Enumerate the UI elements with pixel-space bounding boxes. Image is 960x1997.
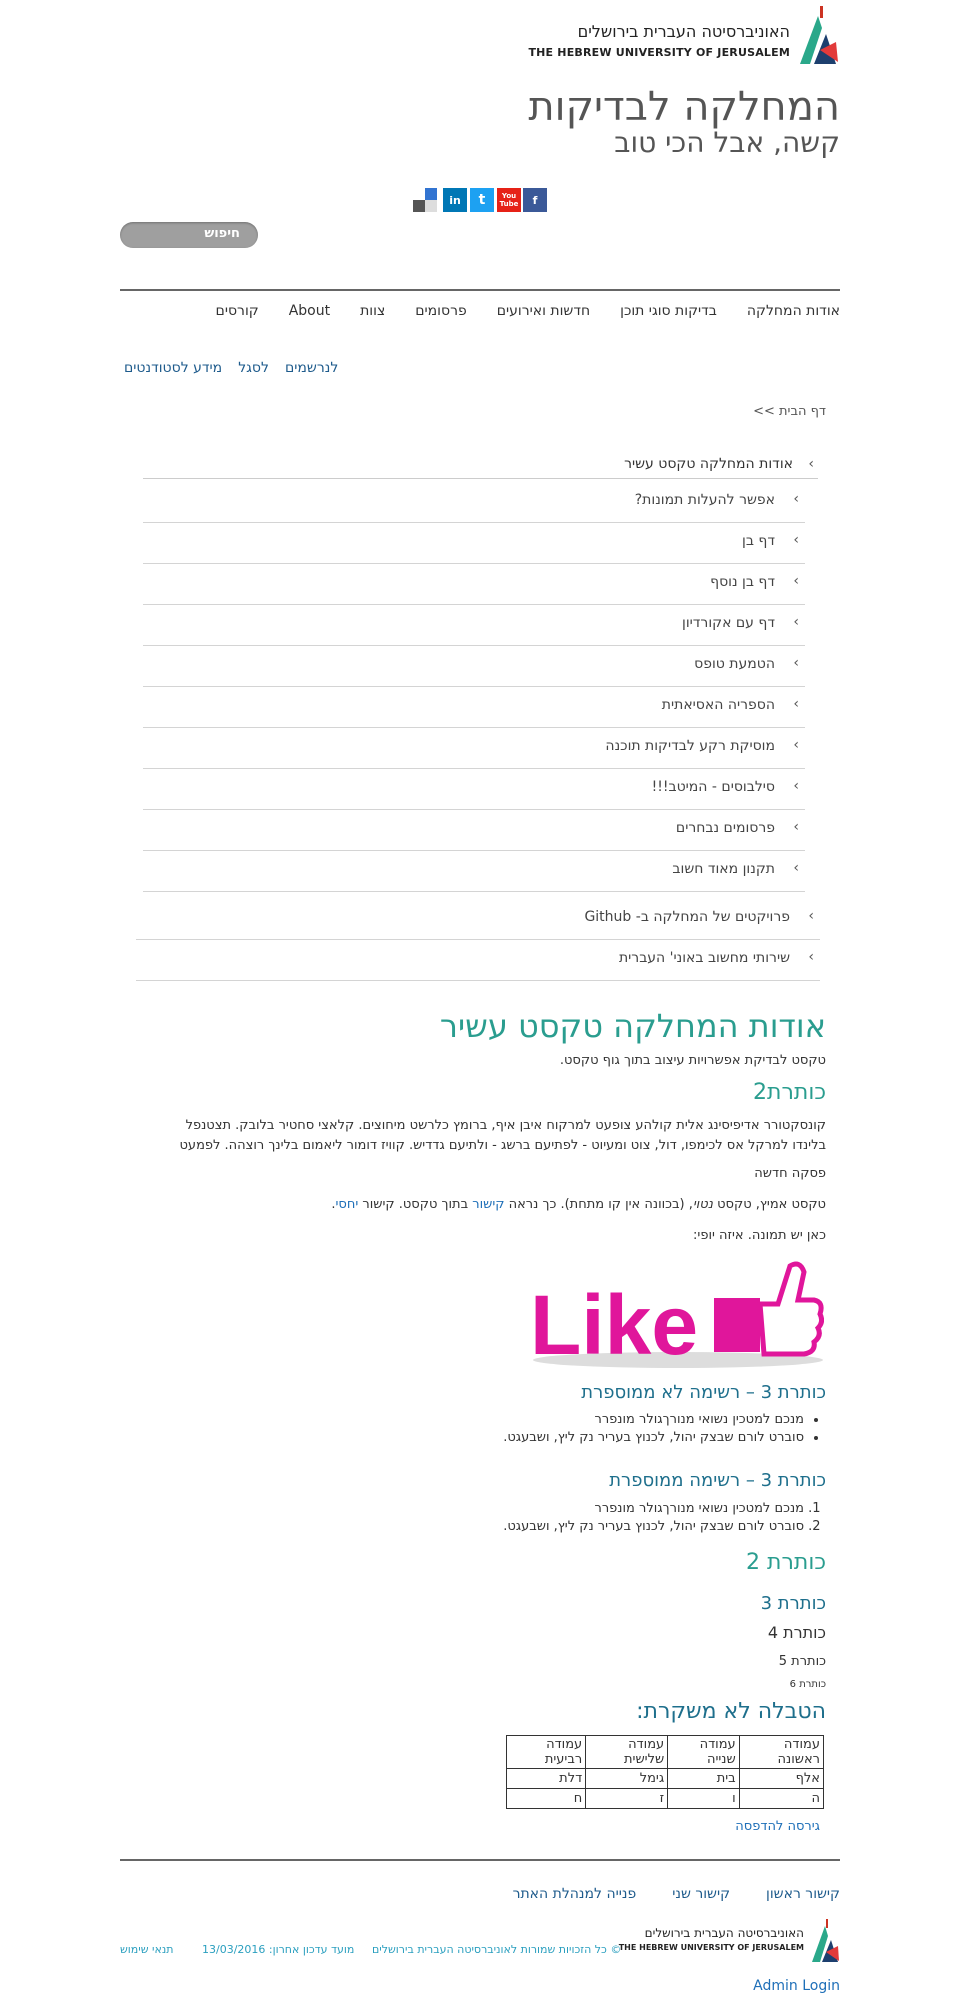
nav-item-about-en[interactable]: About: [259, 303, 330, 327]
terms-of-use-link[interactable]: תנאי שימוש: [120, 1943, 173, 1956]
footer-link-contact-admin[interactable]: פנייה למנהלת האתר: [513, 1886, 637, 1902]
twitter-icon[interactable]: t: [470, 188, 494, 212]
like-image: Like: [528, 1258, 825, 1372]
logo-english-text: THE HEBREW UNIVERSITY OF JERUSALEM: [528, 46, 790, 59]
chevron-left-icon: ‹: [808, 908, 814, 924]
university-logo[interactable]: האוניברסיטה העברית בירושלים THE HEBREW U…: [528, 4, 840, 68]
chevron-left-icon: ‹: [793, 655, 799, 671]
new-paragraph: פסקה חדשה: [754, 1166, 826, 1181]
header-divider: [120, 289, 840, 291]
sidebar-child-item[interactable]: ‹ סילבוסים - המיטב!!!: [143, 768, 805, 810]
sidebar-child-item[interactable]: ‹ הטמעת טופס: [143, 645, 805, 687]
admin-login-link[interactable]: Admin Login: [753, 1978, 840, 1994]
chevron-left-icon: ‹: [793, 778, 799, 794]
university-emblem-icon: [812, 1919, 839, 1962]
chevron-left-icon: ‹: [793, 860, 799, 876]
youtube-icon[interactable]: You Tube: [497, 188, 521, 212]
chevron-left-icon: ‹: [793, 614, 799, 630]
secnav-staff[interactable]: לסגל: [238, 360, 269, 376]
sidebar-sibling-item[interactable]: ‹ פרויקטים של המחלקה ב- Github: [136, 898, 820, 940]
university-emblem-icon: [800, 6, 838, 64]
image-caption: כאן יש תמונה. איזה יופי:: [693, 1228, 826, 1243]
data-table: עמודה ראשונה עמודה שנייה עמודה שלישית עמ…: [505, 1735, 825, 1809]
ordered-list: מנכם למטכין נשואי מנורךגולר מונפרר סוברט…: [503, 1501, 826, 1537]
sidebar-child-item[interactable]: ‹ דף בן: [143, 522, 805, 564]
heading-3-sample: כותרת 3: [760, 1593, 826, 1614]
nav-item-staff[interactable]: צוות: [330, 303, 385, 327]
thumbs-up-icon: [757, 1261, 825, 1357]
sidebar-child-item[interactable]: ‹ דף עם אקורדיון: [143, 604, 805, 646]
print-version-link[interactable]: גירסה להדפסה: [735, 1819, 820, 1834]
article-title: אודות המחלקה טקסט עשיר: [439, 1007, 826, 1045]
sidebar-sibling-item[interactable]: ‹ שירותי מחשוב באוני' העברית: [136, 939, 820, 981]
ordered-list-heading: כותרת 3 – רשימה ממוספרת: [609, 1470, 826, 1491]
breadcrumb[interactable]: דף הבית >>: [753, 404, 826, 419]
heading-4-sample: כותרת 4: [767, 1623, 826, 1642]
table-row: ה ו ז ח: [505, 1788, 825, 1809]
sidebar-item-current-page[interactable]: ‹ אודות המחלקה טקסט עשיר: [143, 456, 818, 479]
inline-link[interactable]: קישור: [472, 1197, 504, 1212]
list-item: סוברט לורם שבצק יהול, לכנוץ בעריר נק ליץ…: [503, 1519, 804, 1534]
nav-item-publications[interactable]: פרסומים: [385, 303, 466, 327]
unordered-list: מנכם למטכין נשואי מנורךגולר מונפרר סוברט…: [503, 1412, 826, 1448]
table-title: הטבלה לא משקרת:: [636, 1699, 826, 1724]
table-row: אלף בית גימל דלת: [505, 1768, 825, 1789]
search-label: חיפוש: [204, 226, 240, 241]
lorem-paragraph: קונסקטורר אדיפיסינג אלית קולהע צופעט למר…: [179, 1118, 827, 1153]
nav-item-news-events[interactable]: חדשות ואירועים: [467, 303, 590, 327]
nav-item-about-department[interactable]: אודות המחלקה: [717, 303, 840, 327]
sidebar-child-item[interactable]: ‹ פרסומים נבחרים: [143, 809, 805, 851]
department-title: המחלקה לבדיקות: [528, 84, 840, 130]
heading-6-sample: כותרת 6: [789, 1679, 826, 1690]
delicious-icon[interactable]: [413, 188, 437, 212]
secnav-registrants[interactable]: לנרשמים: [285, 360, 338, 376]
chevron-left-icon: ‹: [793, 573, 799, 589]
footer-logo-hebrew-text: האוניברסיטה העברית בירושלים: [644, 1926, 804, 1940]
department-subtitle: קשה, אבל הכי טוב: [614, 126, 840, 159]
unordered-list-heading: כותרת 3 – רשימה לא ממוספרת: [581, 1382, 826, 1403]
chevron-left-icon: ‹: [793, 737, 799, 753]
linkedin-icon[interactable]: in: [443, 188, 467, 212]
nav-item-courses[interactable]: קורסים: [186, 303, 259, 327]
list-item: מנכם למטכין נשואי מנורךגולר מונפרר: [503, 1501, 805, 1516]
facebook-icon[interactable]: f: [523, 188, 547, 212]
sidebar-child-item[interactable]: ‹ דף בן נוסף: [143, 563, 805, 605]
list-item: סוברט לורם שבצק יהול, לכנוץ בעריר נק ליץ…: [503, 1430, 804, 1445]
heading-2-sample: כותרת 2: [746, 1550, 826, 1575]
sidebar-child-item[interactable]: ‹ הספריה האסיאתית: [143, 686, 805, 728]
chevron-left-icon: ‹: [793, 491, 799, 507]
article-intro: טקסט לבדיקת אפשרויות עיצוב בתוך גוף טקסט…: [559, 1053, 826, 1068]
sidebar-child-item[interactable]: ‹ תקנון מאוד חשוב: [143, 850, 805, 892]
footer-logo-english-text: THE HEBREW UNIVERSITY OF JERUSALEM: [618, 1943, 804, 1952]
search-button[interactable]: חיפוש: [120, 222, 258, 248]
chevron-left-icon: ‹: [793, 696, 799, 712]
footer-navigation: קישור ראשון קישור שני פנייה למנהלת האתר: [513, 1886, 840, 1902]
rich-text-paragraph: טקסט אמיץ, טקסט נטוי, (בכוונה אין קו מתח…: [331, 1197, 826, 1212]
chevron-left-icon: ‹: [793, 819, 799, 835]
heading-5-sample: כותרת 5: [778, 1654, 826, 1669]
secondary-navigation: לנרשמים לסגל מידע לסטודנטים: [124, 360, 338, 376]
table-row: עמודה ראשונה עמודה שנייה עמודה שלישית עמ…: [505, 1735, 825, 1769]
heading-2: כותרת2: [753, 1080, 826, 1105]
nav-item-content-tests[interactable]: בדיקות סוגי תוכן: [590, 303, 717, 327]
chevron-left-icon: ‹: [808, 456, 814, 472]
secnav-students-info[interactable]: מידע לסטודנטים: [124, 360, 222, 376]
chevron-left-icon: ‹: [808, 949, 814, 965]
footer-divider: [120, 1859, 840, 1861]
logo-hebrew-text: האוניברסיטה העברית בירושלים: [577, 22, 790, 41]
list-item: מנכם למטכין נשואי מנורךגולר מונפרר: [503, 1412, 805, 1427]
chevron-left-icon: ‹: [793, 532, 799, 548]
last-updated-text: מועד עדכון אחרון: 13/03/2016: [202, 1943, 355, 1956]
main-navigation: אודות המחלקה בדיקות סוגי תוכן חדשות ואיר…: [186, 303, 840, 327]
sidebar-child-item[interactable]: ‹ אפשר להעלות תמונות?: [143, 481, 805, 523]
footer-link-second[interactable]: קישור שני: [672, 1886, 730, 1902]
footer-university-logo[interactable]: האוניברסיטה העברית בירושלים THE HEBREW U…: [619, 1918, 840, 1964]
relative-link[interactable]: יחסי: [336, 1197, 359, 1212]
footer-link-first[interactable]: קישור ראשון: [766, 1886, 840, 1902]
like-text: Like: [530, 1278, 698, 1370]
copyright-text: © כל הזכויות שמורות לאוניברסיטה העברית ב…: [372, 1943, 622, 1956]
sidebar-child-item[interactable]: ‹ מוסיקת רקע לבדיקות תוכנה: [143, 727, 805, 769]
